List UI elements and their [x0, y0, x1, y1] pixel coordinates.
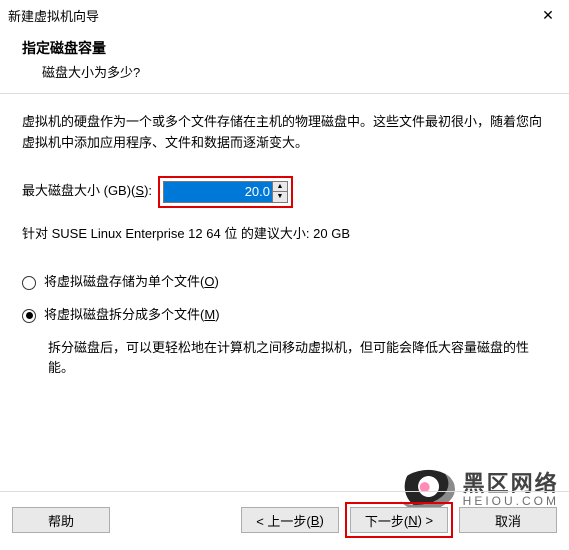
recommended-size-text: 针对 SUSE Linux Enterprise 12 64 位 的建议大小: … — [22, 224, 547, 245]
description-text: 虚拟机的硬盘作为一个或多个文件存储在主机的物理磁盘中。这些文件最初很小，随着您向… — [22, 112, 547, 154]
wizard-header: 指定磁盘容量 磁盘大小为多少? — [0, 28, 569, 94]
highlight-box-next: 下一步(N) > — [345, 502, 453, 538]
spin-up-button[interactable]: ▲ — [273, 182, 287, 193]
back-button[interactable]: < 上一步(B) — [241, 507, 339, 533]
next-button[interactable]: 下一步(N) > — [350, 507, 448, 533]
spin-down-button[interactable]: ▼ — [273, 192, 287, 202]
page-subtitle: 磁盘大小为多少? — [42, 62, 547, 81]
window-title: 新建虚拟机向导 — [8, 6, 99, 25]
help-button[interactable]: 帮助 — [12, 507, 110, 533]
radio-split-files-label: 将虚拟磁盘拆分成多个文件(M) — [44, 305, 220, 326]
radio-split-files[interactable]: 将虚拟磁盘拆分成多个文件(M) — [22, 305, 547, 326]
page-title: 指定磁盘容量 — [22, 38, 547, 58]
radio-icon — [22, 276, 36, 290]
split-note-text: 拆分磁盘后，可以更轻松地在计算机之间移动虚拟机，但可能会降低大容量磁盘的性能。 — [48, 338, 547, 378]
max-disk-size-input[interactable] — [163, 181, 273, 203]
radio-icon-selected — [22, 309, 36, 323]
highlight-box-size: ▲ ▼ — [158, 176, 293, 208]
max-disk-size-label: 最大磁盘大小 (GB)(S): — [22, 181, 152, 202]
close-icon[interactable]: ✕ — [537, 7, 559, 24]
cancel-button[interactable]: 取消 — [459, 507, 557, 533]
radio-single-file[interactable]: 将虚拟磁盘存储为单个文件(O) — [22, 272, 547, 293]
radio-single-file-label: 将虚拟磁盘存储为单个文件(O) — [44, 272, 219, 293]
